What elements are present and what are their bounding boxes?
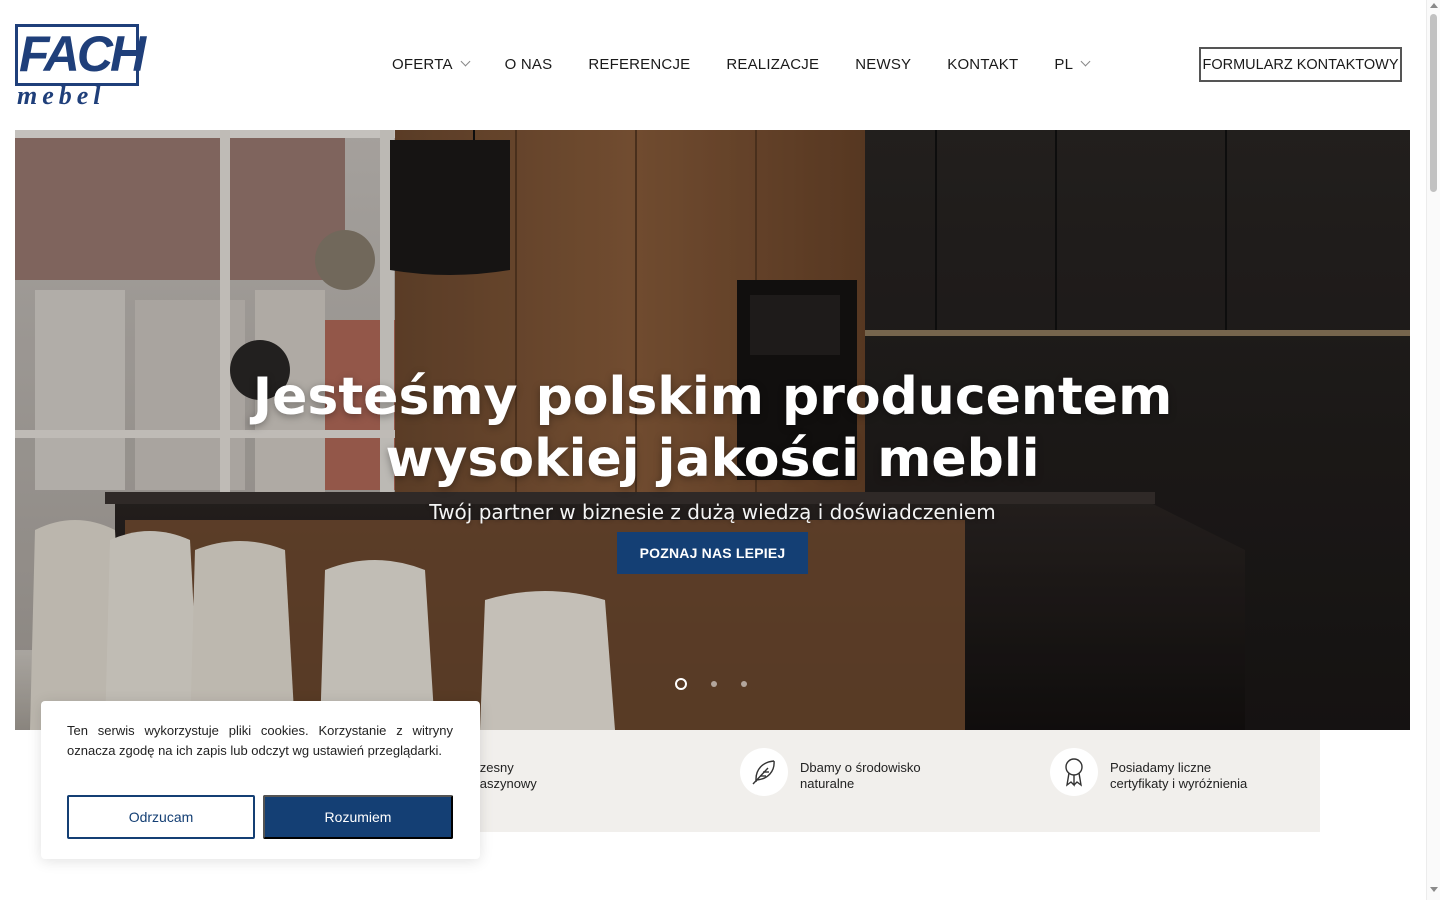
logo-tagline: mebel	[17, 81, 106, 110]
brand-logo[interactable]: FACH mebel	[15, 24, 146, 110]
chevron-down-icon	[1080, 56, 1091, 67]
hero-title-line-1: Jesteśmy polskim producentem	[252, 367, 1173, 427]
nav-item-kontakt[interactable]: KONTAKT	[947, 56, 1018, 73]
accept-cookies-button[interactable]: Rozumiem	[263, 795, 453, 839]
slide-dot-1[interactable]	[675, 678, 687, 690]
slide-dot-2[interactable]	[711, 681, 717, 687]
main-nav: OFERTA O NAS REFERENCJE REALIZACJE NEWSY…	[392, 52, 1125, 76]
feather-icon	[740, 748, 788, 796]
feature-text: Posiadamy liczne certyfikaty i wyróżnien…	[1110, 760, 1248, 791]
hero-slider: Jesteśmy polskim producentem wysokiej ja…	[15, 130, 1410, 730]
nav-item-label: O NAS	[504, 55, 553, 73]
nav-item-o-nas[interactable]: O NAS	[505, 56, 553, 73]
nav-item-newsy[interactable]: NEWSY	[855, 56, 911, 73]
cookie-consent-banner: Ten serwis wykorzystuje pliki cookies. K…	[41, 701, 480, 859]
logo-wordmark: FACH	[19, 26, 146, 82]
page: FACH mebel OFERTA O NAS REFERENCJE REALI…	[0, 0, 1440, 900]
chevron-down-icon	[460, 56, 471, 67]
slider-pagination	[675, 678, 771, 690]
scrollbar-thumb[interactable]	[1430, 14, 1437, 192]
scroll-up-arrow-icon[interactable]	[1430, 3, 1438, 8]
nav-item-label: OFERTA	[392, 55, 453, 73]
contact-form-button[interactable]: FORMULARZ KONTAKTOWY	[1199, 47, 1402, 82]
nav-item-oferta[interactable]: OFERTA	[392, 55, 471, 73]
nav-item-label: KONTAKT	[947, 55, 1019, 73]
hero-subtitle: Twój partner w biznesie z dużą wiedzą i …	[429, 500, 996, 524]
feature-text: Dbamy o środowisko naturalne	[800, 760, 921, 791]
slide-dot-3[interactable]	[741, 681, 747, 687]
award-ribbon-icon	[1050, 748, 1098, 796]
page-scrollbar[interactable]	[1426, 0, 1440, 900]
nav-item-label: REALIZACJE	[726, 55, 820, 73]
learn-more-button[interactable]: POZNAJ NAS LEPIEJ	[617, 532, 808, 574]
nav-item-realizacje[interactable]: REALIZACJE	[726, 56, 819, 73]
language-label: PL	[1054, 55, 1074, 73]
cookie-message: Ten serwis wykorzystuje pliki cookies. K…	[67, 723, 453, 758]
feature-certificates: Posiadamy liczne certyfikaty i wyróżnien…	[1050, 748, 1248, 796]
site-header: FACH mebel OFERTA O NAS REFERENCJE REALI…	[0, 0, 1426, 130]
nav-item-referencje[interactable]: REFERENCJE	[588, 56, 690, 73]
nav-item-label: REFERENCJE	[588, 55, 691, 73]
language-selector[interactable]: PL	[1054, 55, 1091, 73]
hero-title: Jesteśmy polskim producentem wysokiej ja…	[15, 366, 1410, 490]
hero-title-line-2: wysokiej jakości mebli	[385, 429, 1040, 489]
reject-cookies-button[interactable]: Odrzucam	[67, 795, 255, 839]
scroll-down-arrow-icon[interactable]	[1430, 887, 1438, 892]
feature-environment: Dbamy o środowisko naturalne	[740, 748, 921, 796]
nav-item-label: NEWSY	[855, 55, 912, 73]
